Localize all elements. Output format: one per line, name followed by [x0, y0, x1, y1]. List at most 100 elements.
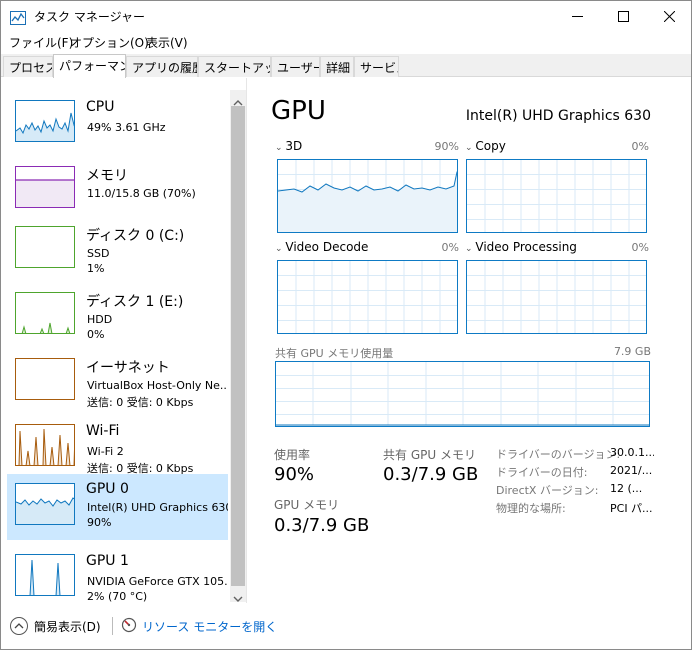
sidebar-item-detail: 49% 3.61 GHz — [87, 121, 166, 134]
tab-performance[interactable]: パフォーマンス — [53, 54, 126, 78]
wifi-thumbnail-graph — [15, 424, 75, 466]
sidebar-item-title: ディスク 0 (C:) — [86, 228, 185, 244]
engine-copy-percent: 0% — [631, 140, 649, 153]
driver-date-label: ドライバーの日付: — [496, 466, 588, 479]
shared-memory-value: 0.3/7.9 GB — [383, 464, 479, 485]
sidebar-item-title: Wi-Fi — [86, 423, 120, 439]
driver-version-value: 30.0.1... — [610, 446, 654, 459]
resource-monitor-label: リソース モニターを開く — [142, 620, 278, 634]
gpu-model-name: Intel(R) UHD Graphics 630 — [465, 108, 651, 124]
sidebar-item-detail: Wi-Fi 2 — [87, 445, 124, 458]
resource-monitor-icon — [121, 617, 137, 636]
directx-version-label: DirectX バージョン: — [496, 484, 599, 497]
sidebar-item-detail-2: 90% — [87, 516, 112, 529]
sidebar-item-title: ディスク 1 (E:) — [86, 294, 184, 310]
chevron-up-icon — [10, 617, 28, 635]
scrollbar-thumb[interactable] — [231, 106, 245, 586]
fewer-details-button[interactable]: 簡易表示(D) — [10, 617, 101, 635]
directx-version-value: 12 (... — [610, 482, 643, 495]
title-bar[interactable]: タスク マネージャー — [1, 1, 691, 32]
window-title: タスク マネージャー — [34, 10, 145, 24]
menu-file[interactable]: ファイル(F) — [9, 34, 73, 51]
gpu-memory-label: GPU メモリ — [274, 498, 340, 512]
tab-app-history[interactable]: アプリの履歴 — [126, 56, 198, 77]
scroll-down-icon[interactable] — [233, 589, 243, 602]
sidebar-item-gpu0[interactable]: GPU 0 Intel(R) UHD Graphics 630 90% — [7, 474, 228, 540]
close-button[interactable] — [646, 1, 691, 32]
close-icon — [663, 7, 675, 26]
sidebar-item-detail: VirtualBox Host-Only Ne... — [87, 379, 228, 392]
resource-monitor-link[interactable]: リソース モニターを開く — [121, 617, 277, 636]
task-manager-icon — [10, 10, 26, 25]
menu-bar: ファイル(F) オプション(O) 表示(V) — [1, 32, 691, 53]
usage-value: 90% — [274, 464, 315, 485]
ethernet-thumbnail-graph — [15, 358, 75, 400]
sidebar-item-disk1[interactable]: ディスク 1 (E:) HDD 0% — [7, 284, 228, 348]
sidebar-item-title: GPU 0 — [86, 481, 129, 497]
sidebar-item-title: メモリ — [86, 168, 128, 184]
engine-video-processing-percent: 0% — [631, 241, 649, 254]
engine-video-decode-percent: 0% — [441, 241, 459, 254]
chevron-down-icon: ⌄ — [465, 244, 476, 254]
menu-options[interactable]: オプション(O) — [70, 34, 149, 51]
scroll-up-icon[interactable] — [233, 93, 243, 106]
menu-view[interactable]: 表示(V) — [146, 34, 188, 51]
sidebar-item-disk0[interactable]: ディスク 0 (C:) SSD 1% — [7, 218, 228, 282]
sidebar-scrollbar[interactable] — [230, 90, 246, 602]
engine-3d-percent: 90% — [434, 140, 459, 153]
gpu0-thumbnail-graph — [15, 483, 75, 525]
engine-video-decode-label[interactable]: ⌄ Video Decode — [275, 240, 368, 254]
sidebar-item-detail: HDD — [87, 313, 113, 326]
gpu-detail-panel: GPU Intel(R) UHD Graphics 630 ⌄ 3D 90% ⌄… — [247, 78, 691, 603]
sidebar-item-memory[interactable]: メモリ 11.0/15.8 GB (70%) — [7, 158, 228, 222]
sidebar-item-detail: NVIDIA GeForce GTX 105... — [87, 575, 228, 588]
sidebar-item-title: CPU — [86, 99, 115, 115]
sidebar-item-detail: Intel(R) UHD Graphics 630 — [87, 501, 228, 514]
shared-memory-graph — [275, 361, 650, 427]
page-title: GPU — [271, 96, 326, 126]
sidebar-item-detail: 11.0/15.8 GB (70%) — [87, 187, 196, 200]
chevron-down-icon: ⌄ — [275, 143, 286, 153]
tab-startup[interactable]: スタートアップ — [198, 56, 271, 77]
tab-processes[interactable]: プロセス — [3, 56, 53, 77]
maximize-button[interactable] — [600, 1, 646, 32]
engine-3d-label[interactable]: ⌄ 3D — [275, 139, 302, 153]
driver-version-label: ドライバーのバージョン: — [496, 448, 621, 461]
footer-divider — [112, 617, 113, 635]
driver-date-value: 2021/... — [610, 464, 653, 477]
physical-location-label: 物理的な場所: — [496, 502, 566, 515]
shared-memory-graph-label: 共有 GPU メモリ使用量 — [275, 347, 394, 360]
chevron-down-icon: ⌄ — [275, 244, 286, 254]
sidebar-item-wifi[interactable]: Wi-Fi Wi-Fi 2 送信: 0 受信: 0 Kbps — [7, 416, 228, 480]
sidebar-item-cpu[interactable]: CPU 49% 3.61 GHz — [7, 92, 228, 156]
tab-services[interactable]: サービス — [354, 56, 399, 77]
fewer-details-label: 簡易表示(D) — [34, 619, 101, 634]
engine-3d-name: 3D — [285, 139, 303, 153]
sidebar-item-title: GPU 1 — [86, 553, 129, 569]
engine-copy-label[interactable]: ⌄ Copy — [465, 139, 506, 153]
sidebar-item-ethernet[interactable]: イーサネット VirtualBox Host-Only Ne... 送信: 0 … — [7, 350, 228, 414]
engine-copy-name: Copy — [475, 139, 506, 153]
chevron-down-icon: ⌄ — [465, 143, 476, 153]
engine-video-processing-label[interactable]: ⌄ Video Processing — [465, 240, 577, 254]
sidebar-item-gpu1[interactable]: GPU 1 NVIDIA GeForce GTX 105... 2% (70 °… — [7, 546, 228, 603]
sidebar-item-detail: SSD — [87, 247, 110, 260]
footer-bar: 簡易表示(D) リソース モニターを開く — [1, 603, 691, 649]
tab-details[interactable]: 詳細 — [320, 56, 354, 77]
engine-video-decode-name: Video Decode — [285, 240, 369, 254]
tab-users[interactable]: ユーザー — [271, 56, 320, 77]
gpu1-thumbnail-graph — [15, 554, 75, 596]
engine-video-processing-graph — [466, 260, 647, 334]
sidebar-item-detail-2: 1% — [87, 262, 105, 275]
tab-bar: プロセス パフォーマンス アプリの履歴 スタートアップ ユーザー 詳細 サービス — [1, 54, 691, 78]
minimize-button[interactable] — [554, 1, 600, 32]
sidebar-item-detail-2: 0% — [87, 328, 105, 341]
maximize-icon — [617, 7, 629, 26]
cpu-thumbnail-graph — [15, 100, 75, 142]
memory-thumbnail-graph — [15, 166, 75, 208]
gpu-memory-value: 0.3/7.9 GB — [274, 515, 370, 536]
resource-list: CPU 49% 3.61 GHz メモリ 11.0/15.8 GB (70%) … — [1, 78, 246, 603]
engine-video-decode-graph — [277, 260, 458, 334]
disk0-thumbnail-graph — [15, 226, 75, 268]
engine-3d-graph — [277, 159, 458, 233]
